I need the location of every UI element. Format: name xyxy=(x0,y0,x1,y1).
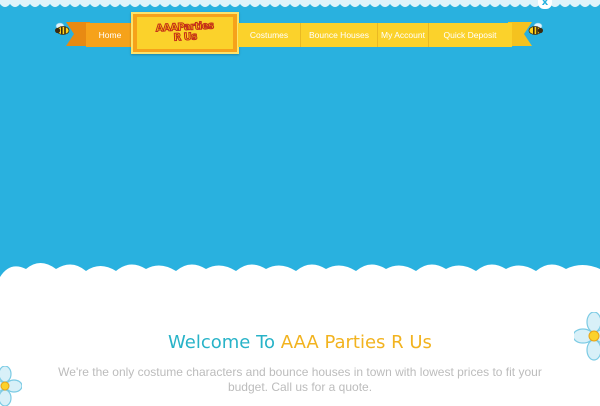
bee-icon xyxy=(528,22,543,35)
logo-badge: AAAParties R Us xyxy=(137,17,233,49)
flower-icon xyxy=(0,366,22,406)
nav-quick-deposit[interactable]: Quick Deposit xyxy=(429,23,511,47)
welcome-brand: AAA Parties R Us xyxy=(280,332,432,353)
scallop-border xyxy=(0,0,600,7)
cloud-divider xyxy=(0,263,600,315)
bee-icon xyxy=(55,22,70,35)
main-nav-right: Costumes Bounce Houses My Account Quick … xyxy=(238,23,512,47)
welcome-heading: Welcome To AAA Parties R Us xyxy=(0,331,600,355)
welcome-prefix: Welcome To xyxy=(168,332,281,353)
site-logo[interactable]: AAAParties R Us xyxy=(131,12,239,54)
nav-home[interactable]: Home xyxy=(86,23,134,47)
welcome-description: We're the only costume characters and bo… xyxy=(58,365,542,394)
nav-bounce-houses[interactable]: Bounce Houses xyxy=(301,23,377,47)
nav-my-account[interactable]: My Account xyxy=(378,23,428,47)
flower-icon xyxy=(574,312,600,361)
main-nav-left: Home xyxy=(86,23,134,47)
logo-wordmark: AAAParties R Us xyxy=(155,20,215,44)
nav-costumes[interactable]: Costumes xyxy=(238,23,300,47)
